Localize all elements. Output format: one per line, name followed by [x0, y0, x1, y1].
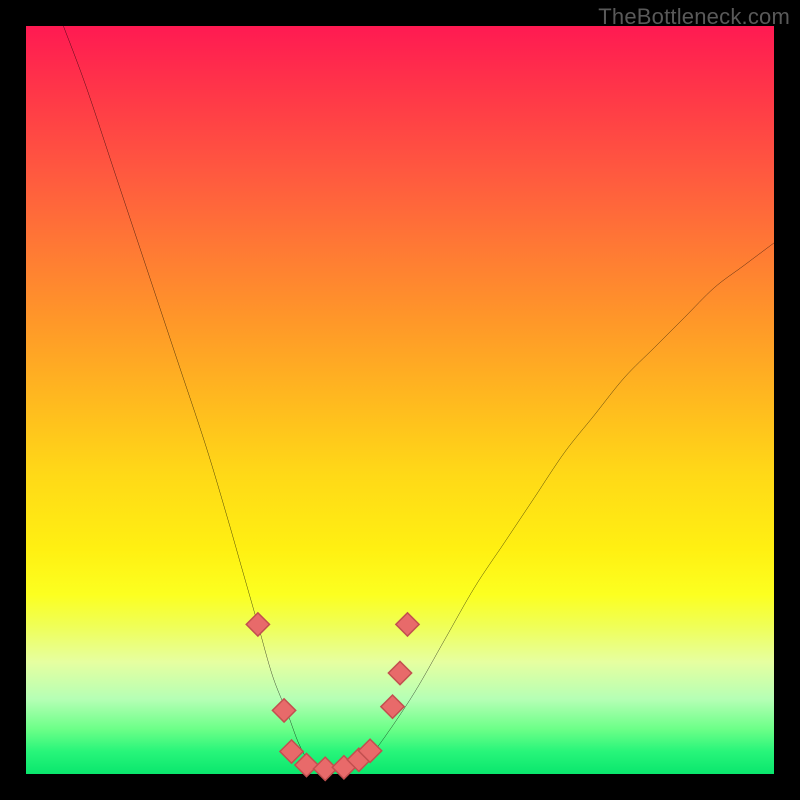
- data-marker: [246, 613, 269, 636]
- curve-group: [63, 26, 774, 771]
- data-marker: [396, 613, 419, 636]
- chart-frame: [26, 26, 774, 774]
- data-marker: [381, 695, 404, 718]
- bottleneck-curve: [63, 26, 774, 771]
- data-marker: [272, 699, 295, 722]
- data-marker: [388, 661, 411, 684]
- marker-group: [246, 613, 419, 781]
- chart-svg: [26, 26, 774, 774]
